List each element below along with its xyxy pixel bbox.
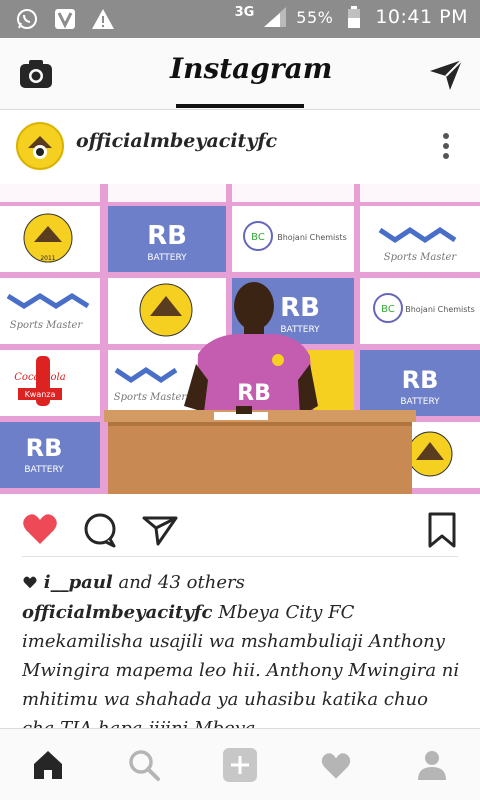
add-post-icon[interactable] xyxy=(222,747,258,783)
sportsmaster-banner: Sports Master xyxy=(360,206,480,272)
crest-year: 2011 xyxy=(40,255,55,262)
clock: 10:41 PM xyxy=(375,6,468,28)
liker-username[interactable]: i__paul xyxy=(44,572,113,593)
battery-icon xyxy=(341,4,367,30)
post-header: officialmbeyacityfc xyxy=(0,110,480,184)
bookmark-icon[interactable] xyxy=(422,510,462,550)
comment-icon[interactable] xyxy=(80,510,120,550)
bottom-nav xyxy=(0,728,480,800)
home-icon[interactable] xyxy=(30,747,66,783)
post-caption: officialmbeyacityfc Mbeya City FC imekam… xyxy=(22,598,466,730)
bc-mark: BC xyxy=(251,232,265,243)
likes-summary[interactable]: i__paul and 43 others xyxy=(22,572,245,593)
whatsapp-icon xyxy=(14,6,40,32)
signal-icon xyxy=(262,4,288,30)
signing-desk xyxy=(104,406,416,494)
crest-banner: 2011 xyxy=(0,206,100,272)
sportsmaster-text-3: Sports Master xyxy=(114,392,188,403)
vidmate-icon xyxy=(52,6,78,32)
heart-filled-icon[interactable] xyxy=(20,510,60,550)
bhojani-text: Bhojani Chemists xyxy=(277,233,346,242)
warning-icon xyxy=(90,6,116,32)
rb-text-4: RB xyxy=(26,434,63,462)
app-title: Instagram xyxy=(170,52,333,85)
bhojani-banner: BC Bhojani Chemists xyxy=(232,206,354,272)
profile-icon[interactable] xyxy=(414,747,450,783)
share-icon[interactable] xyxy=(140,510,180,550)
direct-message-icon[interactable] xyxy=(428,56,464,92)
rb-sub-2: BATTERY xyxy=(280,325,320,335)
search-icon[interactable] xyxy=(126,747,162,783)
small-heart-icon xyxy=(22,572,44,593)
post-actions xyxy=(0,500,480,556)
likes-rest: and 43 others xyxy=(118,572,245,593)
rb-sub-4: BATTERY xyxy=(24,465,64,475)
tab-indicator xyxy=(176,104,304,108)
divider xyxy=(22,556,458,557)
rb-sub: BATTERY xyxy=(147,253,187,263)
rb-banner: RB BATTERY xyxy=(108,206,226,272)
camera-icon[interactable] xyxy=(18,56,54,92)
rb-text: RB xyxy=(147,221,187,251)
rb-text-2: RB xyxy=(280,293,320,323)
post-username[interactable]: officialmbeyacityfc xyxy=(76,130,277,152)
heart-outline-icon[interactable] xyxy=(318,747,354,783)
rb-text-3: RB xyxy=(402,366,439,394)
network-type: 3G xyxy=(234,4,255,20)
bc-mark-2: BC xyxy=(381,304,395,315)
battery-percent: 55% xyxy=(296,7,334,27)
avatar[interactable] xyxy=(16,122,64,170)
cocacola-text: Coca-Cola xyxy=(14,372,65,383)
post-image[interactable]: 2011 RB BATTERY BC Bhojani Chemists Spor… xyxy=(0,184,480,494)
rb-sub-3: BATTERY xyxy=(400,397,440,407)
more-options-icon[interactable] xyxy=(442,132,450,160)
bhojani-text-2: Bhojani Chemists xyxy=(405,305,474,314)
caption-username[interactable]: officialmbeyacityfc xyxy=(22,602,213,623)
sportsmaster-text: Sports Master xyxy=(384,252,458,263)
app-bar: Instagram xyxy=(0,38,480,110)
kwanza-text: Kwanza xyxy=(25,390,56,399)
sportsmaster-text-2: Sports Master xyxy=(10,320,84,331)
status-bar: 3G 55% 10:41 PM xyxy=(0,0,480,38)
jersey-text: RB xyxy=(237,381,271,406)
